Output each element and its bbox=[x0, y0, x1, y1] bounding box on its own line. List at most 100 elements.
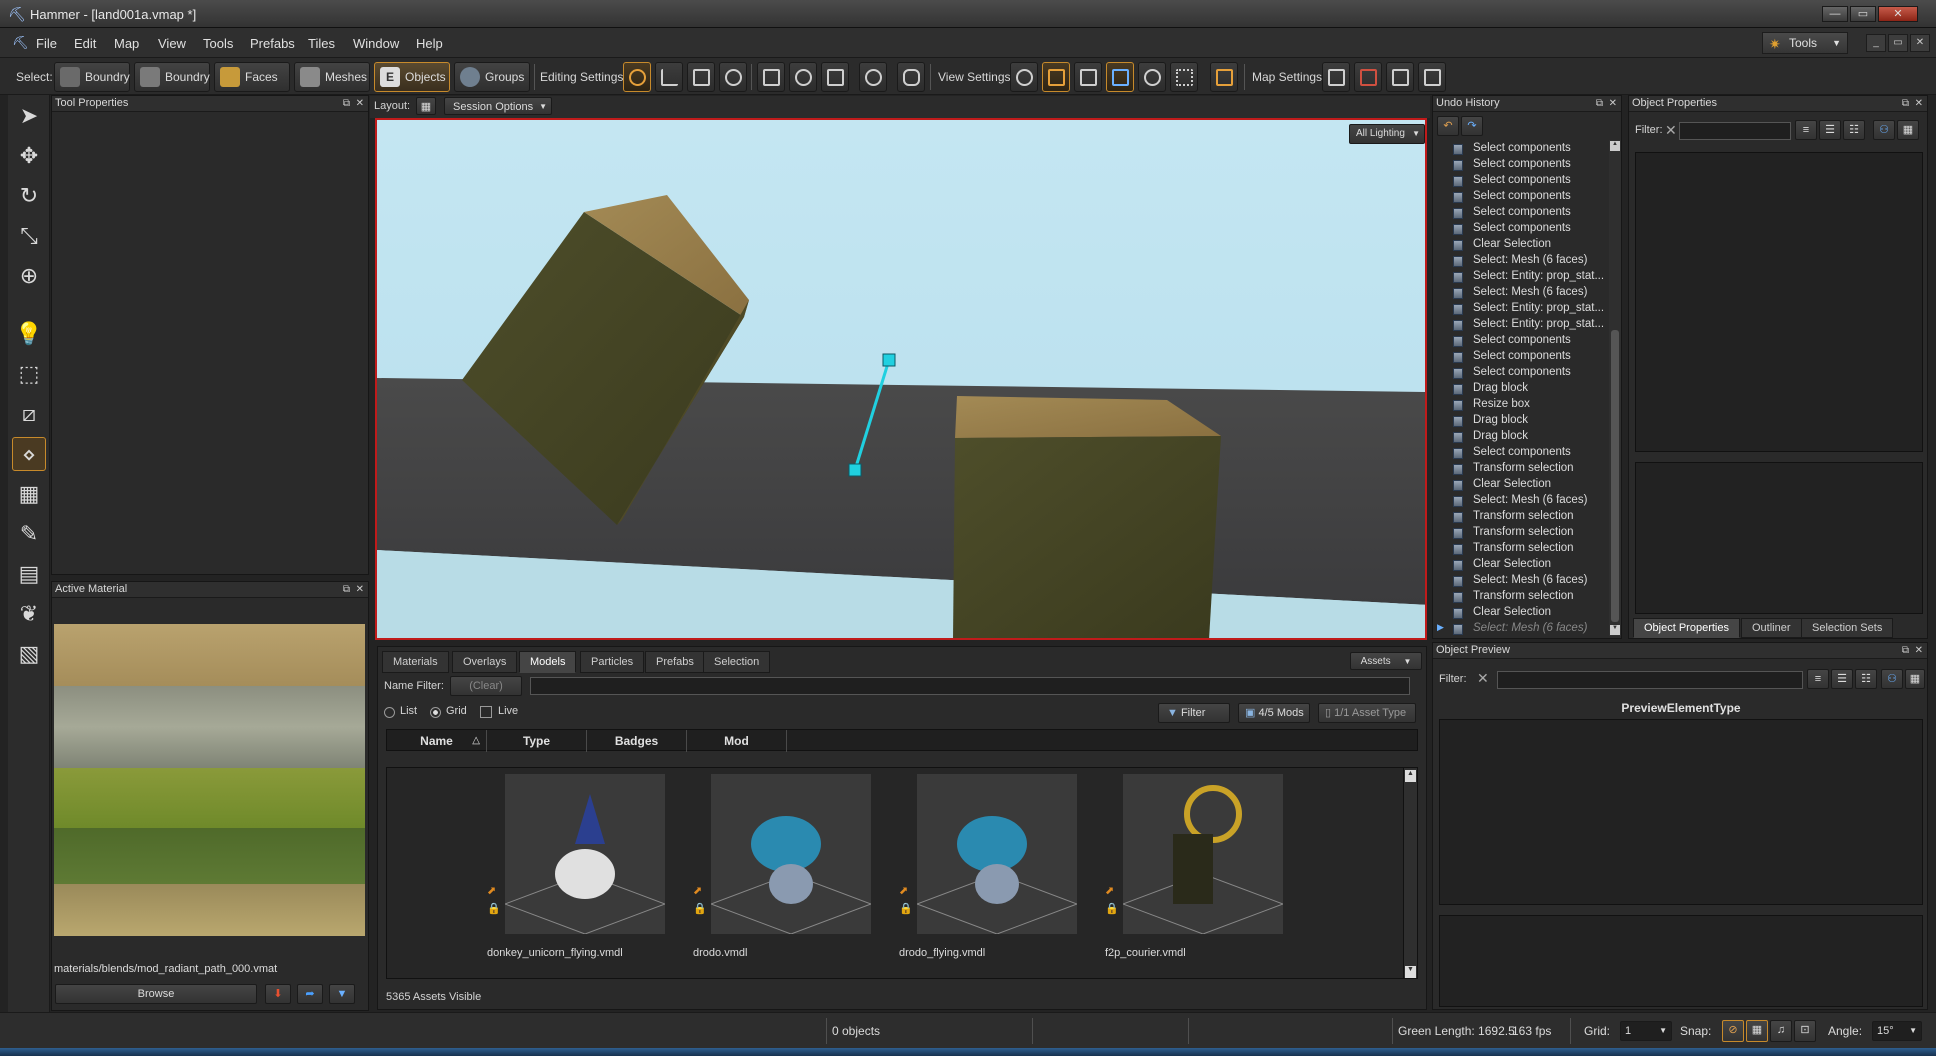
gear-settings-icon[interactable] bbox=[789, 62, 817, 92]
list-radio[interactable] bbox=[384, 707, 395, 718]
float-icon[interactable]: ⧉ bbox=[343, 582, 350, 597]
history-item[interactable]: Transform selection bbox=[1473, 590, 1574, 602]
tab-selection[interactable]: Selection bbox=[703, 651, 771, 673]
texture-view-icon[interactable] bbox=[1106, 62, 1134, 92]
light-bulb-icon[interactable] bbox=[1010, 62, 1038, 92]
grid-view-icon[interactable] bbox=[1170, 62, 1198, 92]
eyedropper-icon[interactable]: ⬇ bbox=[265, 984, 291, 1004]
grid-icon[interactable]: ▦ bbox=[1905, 669, 1925, 689]
brush-icon[interactable] bbox=[1386, 62, 1414, 92]
doc-close-button[interactable]: ✕ bbox=[1910, 34, 1930, 52]
live-checkbox[interactable] bbox=[480, 706, 492, 718]
float-icon[interactable]: ⧉ bbox=[1902, 643, 1909, 658]
menu-edit[interactable]: Edit bbox=[74, 36, 96, 51]
compact-view-icon[interactable]: ☷ bbox=[1843, 120, 1865, 140]
grid-icon[interactable]: ▦ bbox=[1897, 120, 1919, 140]
select-boundry-button[interactable]: Boundry bbox=[54, 62, 130, 92]
asset-scrollbar[interactable]: ▲ ▼ bbox=[1403, 768, 1417, 978]
compact-view-icon[interactable]: ☷ bbox=[1855, 669, 1877, 689]
menu-view[interactable]: View bbox=[158, 36, 186, 51]
axis-lock-icon[interactable] bbox=[655, 62, 683, 92]
history-item[interactable]: Select components bbox=[1473, 158, 1571, 170]
tools-dropdown-button[interactable]: ✷ Tools ▼ bbox=[1762, 32, 1848, 54]
browse-button[interactable]: Browse bbox=[55, 984, 257, 1004]
column-mod[interactable]: Mod bbox=[687, 730, 787, 752]
gizmo-handle-top[interactable] bbox=[882, 353, 896, 367]
close-icon[interactable]: ✕ bbox=[356, 582, 364, 597]
history-item[interactable]: Select components bbox=[1473, 174, 1571, 186]
chevron-down-icon[interactable]: ▼ bbox=[329, 984, 355, 1004]
asset-card[interactable]: ⬈ 🔒 donkey_unicorn_flying.vmdl bbox=[487, 774, 667, 959]
tab-models[interactable]: Models bbox=[519, 651, 577, 673]
history-item[interactable]: Select: Entity: prop_stat... bbox=[1473, 318, 1604, 330]
lighting-mode-dropdown[interactable]: All Lighting ▼ bbox=[1349, 124, 1425, 144]
undo-scroll-thumb[interactable] bbox=[1611, 330, 1619, 622]
asset-card[interactable]: ⬈ 🔒 drodo_flying.vmdl bbox=[899, 774, 1079, 959]
scale-tool-icon[interactable]: ⤡ bbox=[12, 219, 46, 253]
history-item[interactable]: Select components bbox=[1473, 222, 1571, 234]
select-objects-button[interactable]: E Objects bbox=[374, 62, 450, 92]
menu-map[interactable]: Map bbox=[114, 36, 139, 51]
snap-grid-icon[interactable]: ⊘ bbox=[1722, 1020, 1744, 1042]
person-icon[interactable]: ⚇ bbox=[1873, 120, 1895, 140]
gamepad-icon[interactable] bbox=[897, 62, 925, 92]
scroll-down-icon[interactable]: ▼ bbox=[1405, 966, 1416, 978]
group-select-icon[interactable] bbox=[757, 62, 785, 92]
pivot-tool-icon[interactable]: ⊕ bbox=[12, 259, 46, 293]
layout-grid-icon[interactable]: ▦ bbox=[416, 97, 436, 115]
tile-tool-icon[interactable]: ⋄ bbox=[12, 437, 46, 471]
maximize-button[interactable]: ▭ bbox=[1850, 6, 1876, 22]
viewport-scene[interactable] bbox=[377, 120, 1427, 640]
select-groups-button[interactable]: Groups bbox=[454, 62, 530, 92]
history-item[interactable]: Select components bbox=[1473, 206, 1571, 218]
mods-button[interactable]: ▣ 4/5 Mods bbox=[1238, 703, 1310, 723]
grid-size-dropdown[interactable]: 1 ▼ bbox=[1620, 1021, 1672, 1041]
history-item[interactable]: Clear Selection bbox=[1473, 238, 1551, 250]
history-item[interactable]: Select: Mesh (6 faces) bbox=[1473, 574, 1587, 586]
history-item[interactable]: Clear Selection bbox=[1473, 558, 1551, 570]
history-item[interactable]: Transform selection bbox=[1473, 526, 1574, 538]
detail-view-icon[interactable]: ☰ bbox=[1831, 669, 1853, 689]
undo-icon[interactable]: ↶ bbox=[1437, 116, 1459, 136]
history-item[interactable]: Select components bbox=[1473, 190, 1571, 202]
float-icon[interactable]: ⧉ bbox=[1902, 96, 1909, 111]
move-tool-icon[interactable]: ✥ bbox=[12, 139, 46, 173]
asset-type-button[interactable]: ▯ 1/1 Asset Type bbox=[1318, 703, 1416, 723]
material-icon[interactable] bbox=[859, 62, 887, 92]
entity-view-icon[interactable] bbox=[1042, 62, 1070, 92]
float-icon[interactable]: ⧉ bbox=[343, 96, 350, 111]
wand-icon[interactable] bbox=[1418, 62, 1446, 92]
3d-viewport[interactable]: All Lighting ▼ bbox=[375, 118, 1427, 640]
history-item[interactable]: Transform selection bbox=[1473, 510, 1574, 522]
gizmo-handle-bottom[interactable] bbox=[848, 463, 862, 477]
cube-view-icon[interactable] bbox=[1074, 62, 1102, 92]
select-faces-button[interactable]: Faces bbox=[214, 62, 290, 92]
history-item[interactable]: Select: Mesh (6 faces) bbox=[1473, 286, 1587, 298]
menu-tiles[interactable]: Tiles bbox=[308, 36, 335, 51]
preview-filter-input[interactable] bbox=[1497, 671, 1803, 689]
clear-filter-button[interactable]: (Clear) bbox=[450, 676, 522, 696]
upright-cube-front[interactable] bbox=[953, 436, 1221, 640]
menu-file[interactable]: File bbox=[36, 36, 57, 51]
clip-tool-icon[interactable]: ⧄ bbox=[12, 397, 46, 431]
select-meshes-button[interactable]: Meshes bbox=[294, 62, 370, 92]
assets-dropdown[interactable]: Assets ▼ bbox=[1350, 652, 1422, 670]
list-view-icon[interactable]: ≡ bbox=[1807, 669, 1829, 689]
clear-filter-icon[interactable]: ✕ bbox=[1477, 670, 1489, 687]
history-item[interactable]: Drag block bbox=[1473, 414, 1528, 426]
apply-icon[interactable]: ➦ bbox=[297, 984, 323, 1004]
float-icon[interactable]: ⧉ bbox=[1596, 96, 1603, 111]
select-boundry-2-button[interactable]: Boundry bbox=[134, 62, 210, 92]
filter-button[interactable]: ▼ Filter bbox=[1158, 703, 1230, 723]
menu-help[interactable]: Help bbox=[416, 36, 443, 51]
history-item[interactable]: Select components bbox=[1473, 334, 1571, 346]
history-item[interactable]: Select: Mesh (6 faces) bbox=[1473, 622, 1587, 634]
runner-icon[interactable] bbox=[1138, 62, 1166, 92]
doc-restore-button[interactable]: ▭ bbox=[1888, 34, 1908, 52]
asset-card[interactable]: ⬈ 🔒 f2p_courier.vmdl bbox=[1105, 774, 1285, 959]
close-icon[interactable]: ✕ bbox=[356, 96, 364, 111]
scroll-down-icon[interactable]: ▼ bbox=[1610, 625, 1620, 635]
history-item[interactable]: Select components bbox=[1473, 350, 1571, 362]
terrain-tool-icon[interactable]: ▤ bbox=[12, 557, 46, 591]
history-item[interactable]: Drag block bbox=[1473, 382, 1528, 394]
